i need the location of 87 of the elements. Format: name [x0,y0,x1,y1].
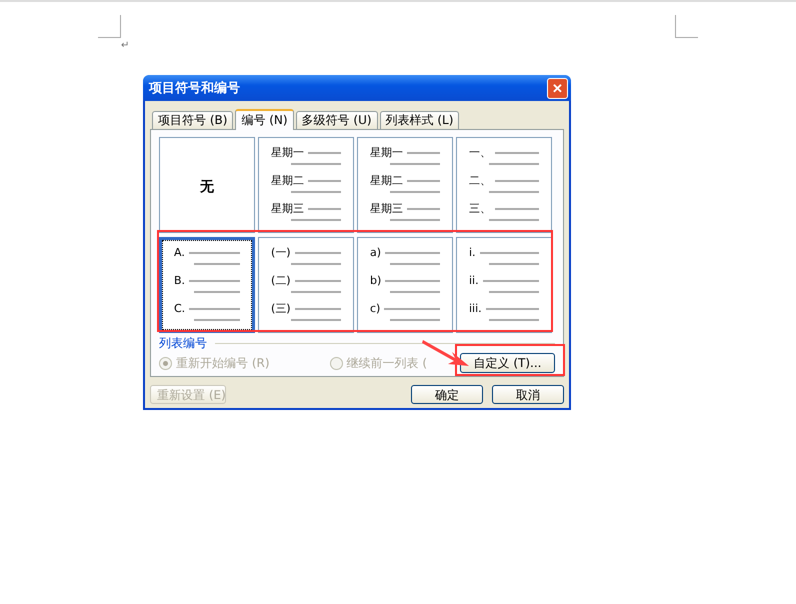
number-marker: (三) [271,301,291,316]
window-title: 项目符号和编号 [149,80,240,97]
number-marker: 二、 [469,173,491,188]
number-marker: C. [174,302,186,315]
text-line [194,291,240,293]
text-line [390,291,440,293]
text-line [291,219,341,221]
text-line [390,263,440,265]
text-line [291,319,341,321]
text-line [194,319,240,321]
text-line [294,252,341,254]
text-line [407,152,440,154]
text-line [385,252,440,254]
text-line [495,208,539,210]
dialog-button[interactable]: 确定 [411,385,483,404]
text-line [291,263,341,265]
text-line [384,308,440,310]
text-line [390,219,440,221]
numbering-style-option[interactable]: A. B. C. [159,237,255,333]
numbering-style-option[interactable]: (一) (二) (三) [258,237,354,333]
radio-label: 重新开始编号 (R) [176,354,270,372]
number-marker: 三、 [469,201,491,216]
text-line [390,319,440,321]
number-marker: a) [370,246,382,259]
style-label: 无 [200,178,214,196]
number-marker: 星期二 [271,173,304,188]
number-marker: (二) [271,273,291,288]
number-marker: iii. [469,302,482,315]
tab[interactable]: 列表样式 (L) [380,111,460,129]
tab[interactable]: 项目符号 (B) [152,111,234,129]
dialog-button[interactable]: 取消 [492,385,564,404]
page-corner-mark [98,15,121,38]
text-line [308,152,341,154]
number-marker: c) [370,302,380,315]
text-line [308,208,341,210]
number-marker: 一、 [469,145,491,160]
text-line [480,252,539,254]
text-line [291,291,341,293]
text-line [495,180,539,182]
text-line [291,191,341,193]
numbering-style-option[interactable]: i. ii. iii. [456,237,552,333]
text-line [489,263,539,265]
text-line [489,291,539,293]
text-line [489,191,539,193]
text-line [495,152,539,154]
text-line [294,308,341,310]
page-corner-mark [675,15,698,38]
number-marker: 星期三 [370,201,403,216]
numbering-style-option[interactable]: 无 [159,137,255,233]
tab[interactable]: 编号 (N) [235,109,294,130]
text-line [385,280,440,282]
close-button[interactable]: ✕ [547,78,568,98]
number-marker: 星期三 [271,201,304,216]
number-marker: b) [370,274,382,287]
number-marker: ii. [469,274,479,287]
section-label: 列表编号 [159,334,207,352]
number-marker: B. [174,274,186,287]
radio-label: 继续前一列表 ( [346,354,428,372]
number-marker: 星期一 [370,145,403,160]
text-line [486,308,539,310]
numbering-style-option[interactable]: 星期一 星期二 星期三 [258,137,354,233]
text-line [390,163,440,165]
number-marker: i. [469,246,476,259]
number-marker: (一) [271,245,291,260]
text-line [390,191,440,193]
text-line [308,180,341,182]
text-line [189,308,240,310]
text-line [489,319,539,321]
numbering-style-option[interactable]: 一、 二、 三、 [456,137,552,233]
customize-button[interactable]: 自定义 (T)... [460,353,555,373]
text-line [407,208,440,210]
text-line [294,280,341,282]
text-line [188,252,240,254]
numbering-style-option[interactable]: 星期一 星期二 星期三 [357,137,453,233]
number-marker: 星期一 [271,145,304,160]
numbering-style-option[interactable]: a) b) c) [357,237,453,333]
text-line [189,280,240,282]
text-line [291,163,341,165]
text-line [194,263,240,265]
text-line [489,163,539,165]
number-marker: 星期二 [370,173,403,188]
number-marker: A. [174,246,185,259]
paragraph-mark: ↵ [121,40,130,51]
text-line [407,180,440,182]
text-line [482,280,539,282]
tab[interactable]: 多级符号 (U) [296,111,378,129]
text-line [489,219,539,221]
